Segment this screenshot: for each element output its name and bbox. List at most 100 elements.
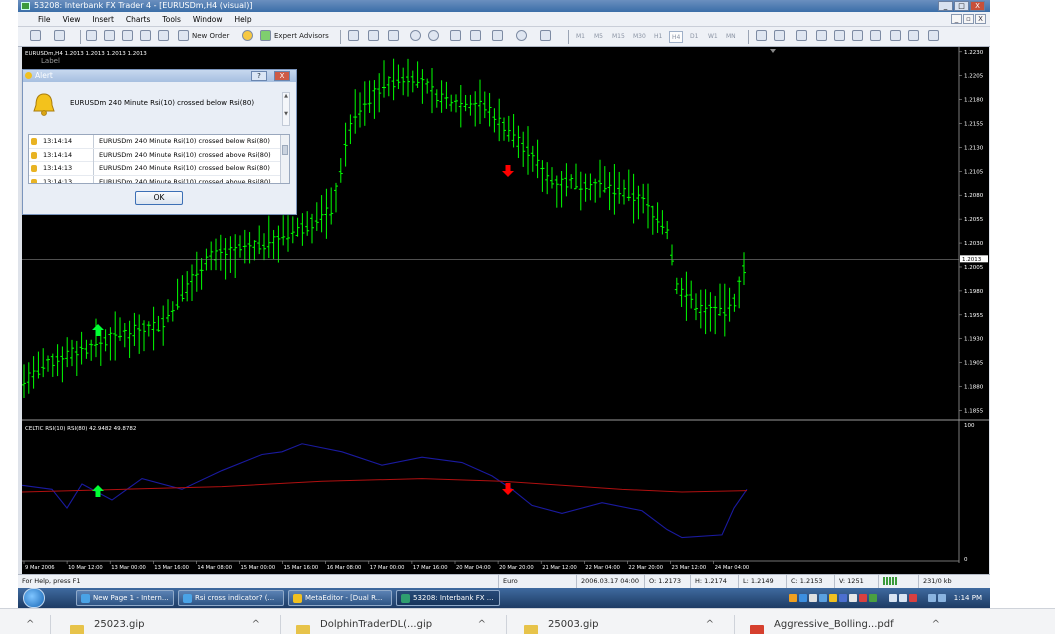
tray-icon[interactable]: [868, 594, 877, 602]
terminal-button[interactable]: [122, 29, 133, 43]
download-item-3[interactable]: 25003.gip ^: [518, 615, 728, 634]
menu-insert[interactable]: Insert: [86, 12, 120, 27]
periods-button[interactable]: [516, 29, 527, 43]
chevron-up-icon[interactable]: ^: [26, 615, 34, 634]
strategy-tester-button[interactable]: [140, 29, 151, 43]
taskbar-item-trader[interactable]: 53208: Interbank FX ...: [396, 590, 500, 606]
menu-view[interactable]: View: [57, 12, 87, 27]
download-item-1[interactable]: 25023.gip ^: [64, 615, 274, 634]
zoom-in-button[interactable]: [410, 29, 421, 43]
chevron-up-icon[interactable]: ^: [252, 615, 260, 634]
mdi-restore-button[interactable]: ▫: [963, 14, 974, 24]
navigator-button[interactable]: [104, 29, 115, 43]
vertical-line-tool[interactable]: [796, 29, 807, 43]
price-bar: [324, 188, 329, 239]
tray-icon[interactable]: [788, 594, 797, 602]
taskbar-item-browser-1[interactable]: New Page 1 - Intern...: [76, 590, 174, 606]
timeframe-h1[interactable]: H1: [652, 31, 664, 43]
price-bar: [727, 287, 732, 322]
tray-icon[interactable]: [937, 594, 946, 602]
price-bar: [137, 314, 142, 354]
chevron-up-icon[interactable]: ^: [932, 615, 940, 634]
chart-shift-marker[interactable]: [770, 49, 776, 53]
start-button[interactable]: [23, 588, 45, 608]
trendline-tool[interactable]: [834, 29, 845, 43]
chevron-up-icon[interactable]: ^: [478, 615, 486, 634]
alert-message-scrollbar[interactable]: ▲ ▼: [282, 92, 290, 126]
crosshair-tool[interactable]: [774, 29, 785, 43]
timeframe-d1[interactable]: D1: [688, 31, 700, 43]
close-button[interactable]: X: [970, 1, 985, 11]
templates-button[interactable]: [540, 29, 551, 43]
timeframe-m1[interactable]: M1: [574, 31, 587, 43]
taskbar-item-browser-2[interactable]: Rsi cross indicator? (...: [178, 590, 284, 606]
taskbar-item-metaeditor[interactable]: MetaEditor - [Dual R...: [288, 590, 392, 606]
new-chart-button[interactable]: [30, 29, 41, 43]
arrows-tool[interactable]: [928, 29, 939, 43]
download-item-4[interactable]: Aggressive_Bolling...pdf ^: [744, 615, 954, 634]
timeframe-m5[interactable]: M5: [592, 31, 605, 43]
volume-icon[interactable]: [899, 594, 908, 602]
menu-charts[interactable]: Charts: [120, 12, 157, 27]
history-center-button[interactable]: [158, 29, 169, 43]
alert-titlebar[interactable]: Alert ? X: [23, 70, 296, 82]
menu-help[interactable]: Help: [228, 12, 257, 27]
price-bar: [684, 271, 689, 321]
minimize-button[interactable]: _: [938, 1, 953, 11]
network-icon[interactable]: [889, 594, 898, 602]
market-watch-button[interactable]: [86, 29, 97, 43]
tray-icon[interactable]: [818, 594, 827, 602]
bar-chart-button[interactable]: [348, 29, 359, 43]
tray-icon[interactable]: [838, 594, 847, 602]
timeframe-mn[interactable]: MN: [724, 31, 738, 43]
list-item[interactable]: 13:14:13 EURUSDm 240 Minute Rsi(10) cross…: [29, 175, 289, 183]
tray-icon[interactable]: [828, 594, 837, 602]
timeframe-m15[interactable]: M15: [610, 31, 627, 43]
channel-tool[interactable]: [852, 29, 863, 43]
timeframe-h4[interactable]: H4: [669, 31, 684, 43]
window-titlebar[interactable]: 53208: Interbank FX Trader 4 - [EURUSDm,…: [18, 0, 990, 12]
tray-icon[interactable]: [858, 594, 867, 602]
list-item[interactable]: 13:14:14 EURUSDm 240 Minute Rsi(10) cross…: [29, 135, 289, 149]
status-profile[interactable]: Euro: [498, 575, 518, 588]
chevron-up-icon[interactable]: ^: [706, 615, 714, 634]
auto-scroll-button[interactable]: [470, 29, 481, 43]
maximize-button[interactable]: □: [954, 1, 969, 11]
text-label-tool[interactable]: [908, 29, 919, 43]
indicators-button[interactable]: [492, 29, 503, 43]
tile-windows-button[interactable]: [450, 29, 461, 43]
tray-icon[interactable]: [798, 594, 807, 602]
alert-help-button[interactable]: ?: [251, 71, 267, 81]
menu-tools[interactable]: Tools: [156, 12, 186, 27]
expert-advisors-button[interactable]: Expert Advisors: [260, 30, 329, 43]
new-order-button[interactable]: New Order: [178, 30, 229, 43]
mdi-minimize-button[interactable]: _: [951, 14, 962, 24]
clock[interactable]: 1:14 PM: [954, 594, 982, 602]
candlestick-button[interactable]: [368, 29, 379, 43]
alert-list-scrollbar[interactable]: [280, 135, 289, 183]
horizontal-line-tool[interactable]: [816, 29, 827, 43]
mdi-close-button[interactable]: X: [975, 14, 986, 24]
list-item[interactable]: 13:14:14 EURUSDm 240 Minute Rsi(10) cross…: [29, 148, 289, 162]
menu-window[interactable]: Window: [187, 12, 229, 27]
timeframe-m30[interactable]: M30: [631, 31, 648, 43]
alert-close-button[interactable]: X: [274, 71, 290, 81]
list-item[interactable]: 13:14:13 EURUSDm 240 Minute Rsi(10) cross…: [29, 162, 289, 176]
timeframe-w1[interactable]: W1: [706, 31, 720, 43]
security-icon[interactable]: [909, 594, 918, 602]
zoom-out-button[interactable]: [428, 29, 439, 43]
text-tool[interactable]: [890, 29, 901, 43]
download-item-2[interactable]: DolphinTraderDL(...gip ^: [290, 615, 500, 634]
alert-history-list[interactable]: 13:14:14 EURUSDm 240 Minute Rsi(10) cross…: [28, 134, 290, 184]
ok-button[interactable]: OK: [135, 191, 183, 205]
meta-editor-button[interactable]: [242, 29, 253, 43]
tray-icon[interactable]: [927, 594, 936, 602]
tray-icon[interactable]: [808, 594, 817, 602]
tray-icon[interactable]: [848, 594, 857, 602]
line-chart-button[interactable]: [388, 29, 399, 43]
fibonacci-tool[interactable]: [870, 29, 881, 43]
profiles-button[interactable]: [54, 29, 65, 43]
menu-file[interactable]: File: [18, 12, 57, 27]
scrollbar-thumb[interactable]: [282, 145, 288, 155]
cursor-tool[interactable]: [756, 29, 767, 43]
